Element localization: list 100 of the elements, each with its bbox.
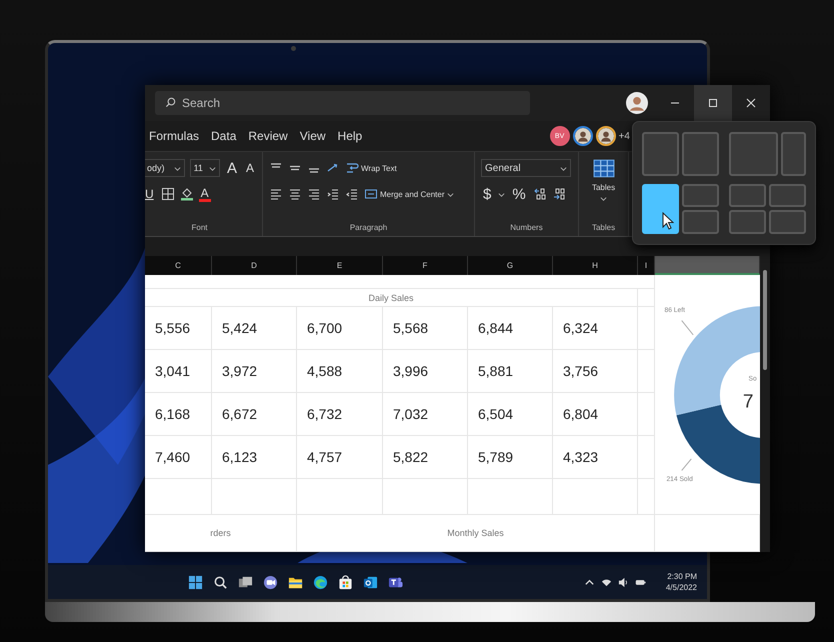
date-text: 4/5/2022 (666, 582, 697, 593)
column-header[interactable]: E (297, 256, 383, 275)
table-cell: 6,672 (212, 393, 297, 436)
align-icon[interactable] (345, 187, 359, 201)
ribbon-tab[interactable]: View (294, 129, 332, 143)
chat-icon[interactable] (263, 574, 278, 590)
caret-icon[interactable] (600, 195, 607, 202)
search-field[interactable]: Search (155, 91, 530, 115)
table-cell: 6,123 (212, 436, 297, 479)
section-title: Daily Sales (145, 289, 638, 307)
column-header[interactable]: H (553, 256, 638, 275)
table-cell: 6,324 (553, 307, 638, 350)
clock[interactable]: 2:30 PM 4/5/2022 (666, 571, 697, 593)
table-cell: 6,504 (468, 393, 553, 436)
start-icon[interactable] (188, 574, 203, 590)
grow-font-button[interactable]: A (224, 160, 239, 176)
camera-dot (291, 46, 296, 51)
merge-and-center-button[interactable]: Merge and Center (380, 190, 454, 198)
chart-center-value: 7 (742, 391, 754, 412)
wrap-text-icon (345, 161, 359, 175)
store-icon[interactable] (338, 574, 353, 590)
column-header[interactable]: G (468, 256, 553, 275)
font-size-dropdown[interactable]: 11 (190, 159, 220, 177)
table-cell: 5,568 (383, 307, 468, 350)
table-cell (638, 289, 655, 307)
group-label: Paragraph (348, 223, 388, 232)
user-avatar[interactable] (596, 126, 616, 146)
caret-icon[interactable] (498, 190, 506, 198)
ribbon-tab[interactable]: Formulas (145, 129, 206, 143)
table-cell: 7,032 (383, 393, 468, 436)
shrink-font-button[interactable]: A (244, 161, 256, 175)
ribbon-tab[interactable]: Help (332, 129, 368, 143)
table-cell: 6,732 (297, 393, 383, 436)
pointer-icon (662, 212, 674, 230)
scrollbar[interactable] (760, 256, 770, 552)
table-cell: 3,972 (212, 350, 297, 393)
table-cell: 5,789 (468, 436, 553, 479)
caret-icon (208, 164, 216, 172)
ribbon-tab[interactable]: Data (205, 129, 242, 143)
table-cell: 5,881 (468, 350, 553, 393)
table-cell: 3,041 (145, 350, 212, 393)
table-cell: 6,700 (297, 307, 383, 350)
task-view-icon[interactable] (238, 574, 253, 590)
decrease-decimal-icon[interactable] (552, 187, 566, 201)
scrollbar-thumb[interactable] (763, 270, 767, 370)
section-title: Monthly Sales (297, 515, 655, 552)
search-icon[interactable] (213, 574, 228, 590)
snap-zone[interactable] (642, 184, 679, 234)
more-users-count[interactable]: +4 (618, 130, 630, 142)
group-label: Font (190, 223, 208, 232)
caret-icon (174, 164, 181, 172)
number-format-dropdown[interactable]: General (481, 159, 571, 177)
table-cell: 4,323 (553, 436, 638, 479)
align-icon[interactable] (326, 187, 340, 201)
align-icon[interactable] (288, 187, 302, 201)
table-cell: 6,804 (553, 393, 638, 436)
table-cell: 5,822 (383, 436, 468, 479)
borders-icon[interactable] (160, 187, 175, 201)
wifi-icon[interactable] (600, 576, 612, 588)
font-name-dropdown[interactable]: ody) (145, 159, 185, 177)
table-cell: 5,424 (212, 307, 297, 350)
ribbon-tab[interactable]: Review (242, 129, 294, 143)
column-header[interactable]: F (383, 256, 468, 275)
fill-color-icon[interactable] (180, 187, 194, 201)
section-title: rders (145, 515, 297, 552)
user-avatar[interactable] (572, 126, 593, 146)
align-icon[interactable] (307, 187, 321, 201)
underline-button[interactable]: U (145, 187, 156, 201)
browser-icon[interactable] (313, 574, 328, 590)
table-icon (592, 158, 614, 180)
column-header[interactable]: D (212, 256, 297, 275)
group-label: Numbers (509, 223, 544, 232)
merge-cells-icon (364, 187, 378, 201)
avatar-icon[interactable] (626, 92, 648, 114)
table-cell: 3,756 (553, 350, 638, 393)
search-icon (165, 97, 176, 108)
align-icon[interactable] (269, 187, 283, 201)
maximize-icon (708, 98, 718, 108)
table-cell: 4,757 (297, 436, 383, 479)
caret-icon (560, 164, 567, 172)
font-color-button[interactable]: A (198, 186, 211, 202)
table-cell: 3,996 (383, 350, 468, 393)
maximize-button[interactable] (694, 85, 732, 121)
group-label: Tables (590, 223, 616, 232)
table-cell: 7,460 (145, 436, 212, 479)
team-chat-icon[interactable] (388, 574, 403, 590)
currency-button[interactable]: $ (481, 186, 494, 202)
wrap-text-button[interactable]: Wrap Text (361, 164, 397, 172)
leader-line (681, 458, 692, 471)
table-cell (638, 436, 655, 479)
percent-button[interactable]: % (510, 186, 528, 202)
increase-decimal-icon[interactable] (532, 187, 547, 201)
table-cell (638, 307, 655, 350)
column-header[interactable]: C (145, 256, 212, 275)
speaker-icon[interactable] (618, 576, 629, 588)
time-text: 2:30 PM (667, 571, 697, 582)
tables-button[interactable]: Tables (592, 183, 616, 192)
table-cell: 5,556 (145, 307, 212, 350)
caret-icon (447, 190, 454, 198)
mail-app-icon[interactable] (363, 574, 378, 590)
